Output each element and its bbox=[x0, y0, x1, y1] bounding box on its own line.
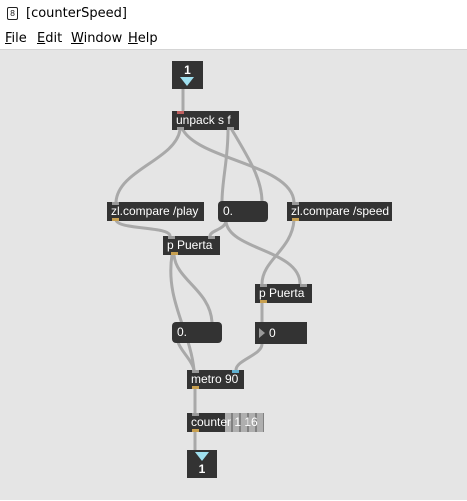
metro-object[interactable]: metro 90 bbox=[187, 370, 244, 389]
menu-help-mnemonic: H bbox=[128, 31, 138, 46]
window-title: [counterSpeed] bbox=[26, 6, 127, 21]
p-puerta-right-label: p Puerta bbox=[259, 286, 305, 300]
int-number-box[interactable]: 0 bbox=[255, 322, 307, 344]
p-puerta-right-object[interactable]: p Puerta bbox=[255, 284, 312, 303]
number-triangle-icon bbox=[259, 328, 265, 338]
zl-compare-speed-object[interactable]: zl.compare /speed bbox=[287, 202, 392, 221]
menu-window-mnemonic: W bbox=[71, 31, 84, 46]
unpack-outlet-left[interactable] bbox=[177, 127, 184, 130]
p-puerta-left-object[interactable]: p Puerta bbox=[163, 236, 220, 255]
metro-inlet-left[interactable] bbox=[192, 370, 199, 373]
counter-object[interactable]: counter 1 16 bbox=[187, 413, 264, 432]
patcher-inlet[interactable]: 1 bbox=[172, 61, 203, 89]
compare-play-outlet[interactable] bbox=[112, 218, 119, 221]
counter-label: counter 1 16 bbox=[191, 415, 258, 429]
title-bar: 8 [counterSpeed] bbox=[0, 0, 467, 29]
cord-unpack-float-top bbox=[220, 128, 230, 204]
patcher-outlet[interactable]: 1 bbox=[187, 450, 217, 478]
metro-inlet-right[interactable] bbox=[232, 370, 239, 373]
zl-compare-speed-label: zl.compare /speed bbox=[291, 204, 390, 218]
unpack-object[interactable]: unpack s f bbox=[172, 111, 239, 130]
unpack-label: unpack s f bbox=[176, 113, 231, 127]
zl-compare-play-label: zl.compare /play bbox=[111, 204, 199, 218]
puerta-left-inlet-2[interactable] bbox=[208, 236, 215, 239]
menu-help-rest: elp bbox=[137, 31, 158, 46]
inlet-number: 1 bbox=[184, 63, 191, 77]
puerta-right-inlet-1[interactable] bbox=[260, 284, 267, 287]
inlet-arrow-icon bbox=[180, 77, 194, 86]
compare-speed-inlet[interactable] bbox=[292, 202, 299, 205]
menu-bar: File Edit Window Help bbox=[0, 29, 467, 49]
menu-file-rest: ile bbox=[11, 31, 27, 46]
menu-window[interactable]: Window bbox=[71, 31, 122, 46]
puerta-left-outlet[interactable] bbox=[171, 252, 178, 255]
unpack-outlet-right[interactable] bbox=[227, 127, 234, 130]
outlet-arrow-icon bbox=[195, 452, 209, 461]
int-value: 0 bbox=[269, 326, 276, 340]
metro-outlet[interactable] bbox=[192, 386, 199, 389]
counter-inlet[interactable] bbox=[192, 413, 199, 416]
float-number-box-top[interactable]: 0. bbox=[218, 201, 268, 222]
cord-float-puerta bbox=[208, 218, 228, 238]
compare-play-inlet[interactable] bbox=[112, 202, 119, 205]
zl-compare-play-object[interactable]: zl.compare /play bbox=[107, 202, 204, 221]
menu-file[interactable]: File bbox=[5, 31, 27, 46]
menu-edit-mnemonic: E bbox=[37, 31, 46, 46]
cord-unpack-play bbox=[114, 128, 182, 204]
unpack-inlet[interactable] bbox=[177, 111, 184, 114]
menu-edit-rest: dit bbox=[45, 31, 63, 46]
puerta-right-inlet-2[interactable] bbox=[300, 284, 307, 287]
cord-int-metro bbox=[234, 342, 264, 372]
puerta-right-outlet[interactable] bbox=[260, 300, 267, 303]
menu-window-rest: indow bbox=[83, 31, 123, 46]
p-puerta-left-label: p Puerta bbox=[167, 238, 213, 252]
menu-help[interactable]: Help bbox=[128, 31, 158, 46]
max-app-icon: 8 bbox=[7, 7, 18, 20]
float-bottom-value: 0. bbox=[177, 325, 188, 339]
float-number-box-bottom[interactable]: 0. bbox=[172, 322, 222, 343]
patcher-canvas[interactable]: 1 unpack s f zl.compare /play 0. zl.comp… bbox=[0, 49, 467, 500]
counter-outlet[interactable] bbox=[192, 429, 199, 432]
float-top-value: 0. bbox=[223, 204, 234, 218]
outlet-number: 1 bbox=[198, 462, 206, 476]
cord-play-puerta bbox=[114, 218, 172, 238]
puerta-left-inlet-1[interactable] bbox=[168, 236, 175, 239]
compare-speed-outlet[interactable] bbox=[292, 218, 299, 221]
metro-label: metro 90 bbox=[191, 372, 239, 386]
menu-edit[interactable]: Edit bbox=[37, 31, 62, 46]
